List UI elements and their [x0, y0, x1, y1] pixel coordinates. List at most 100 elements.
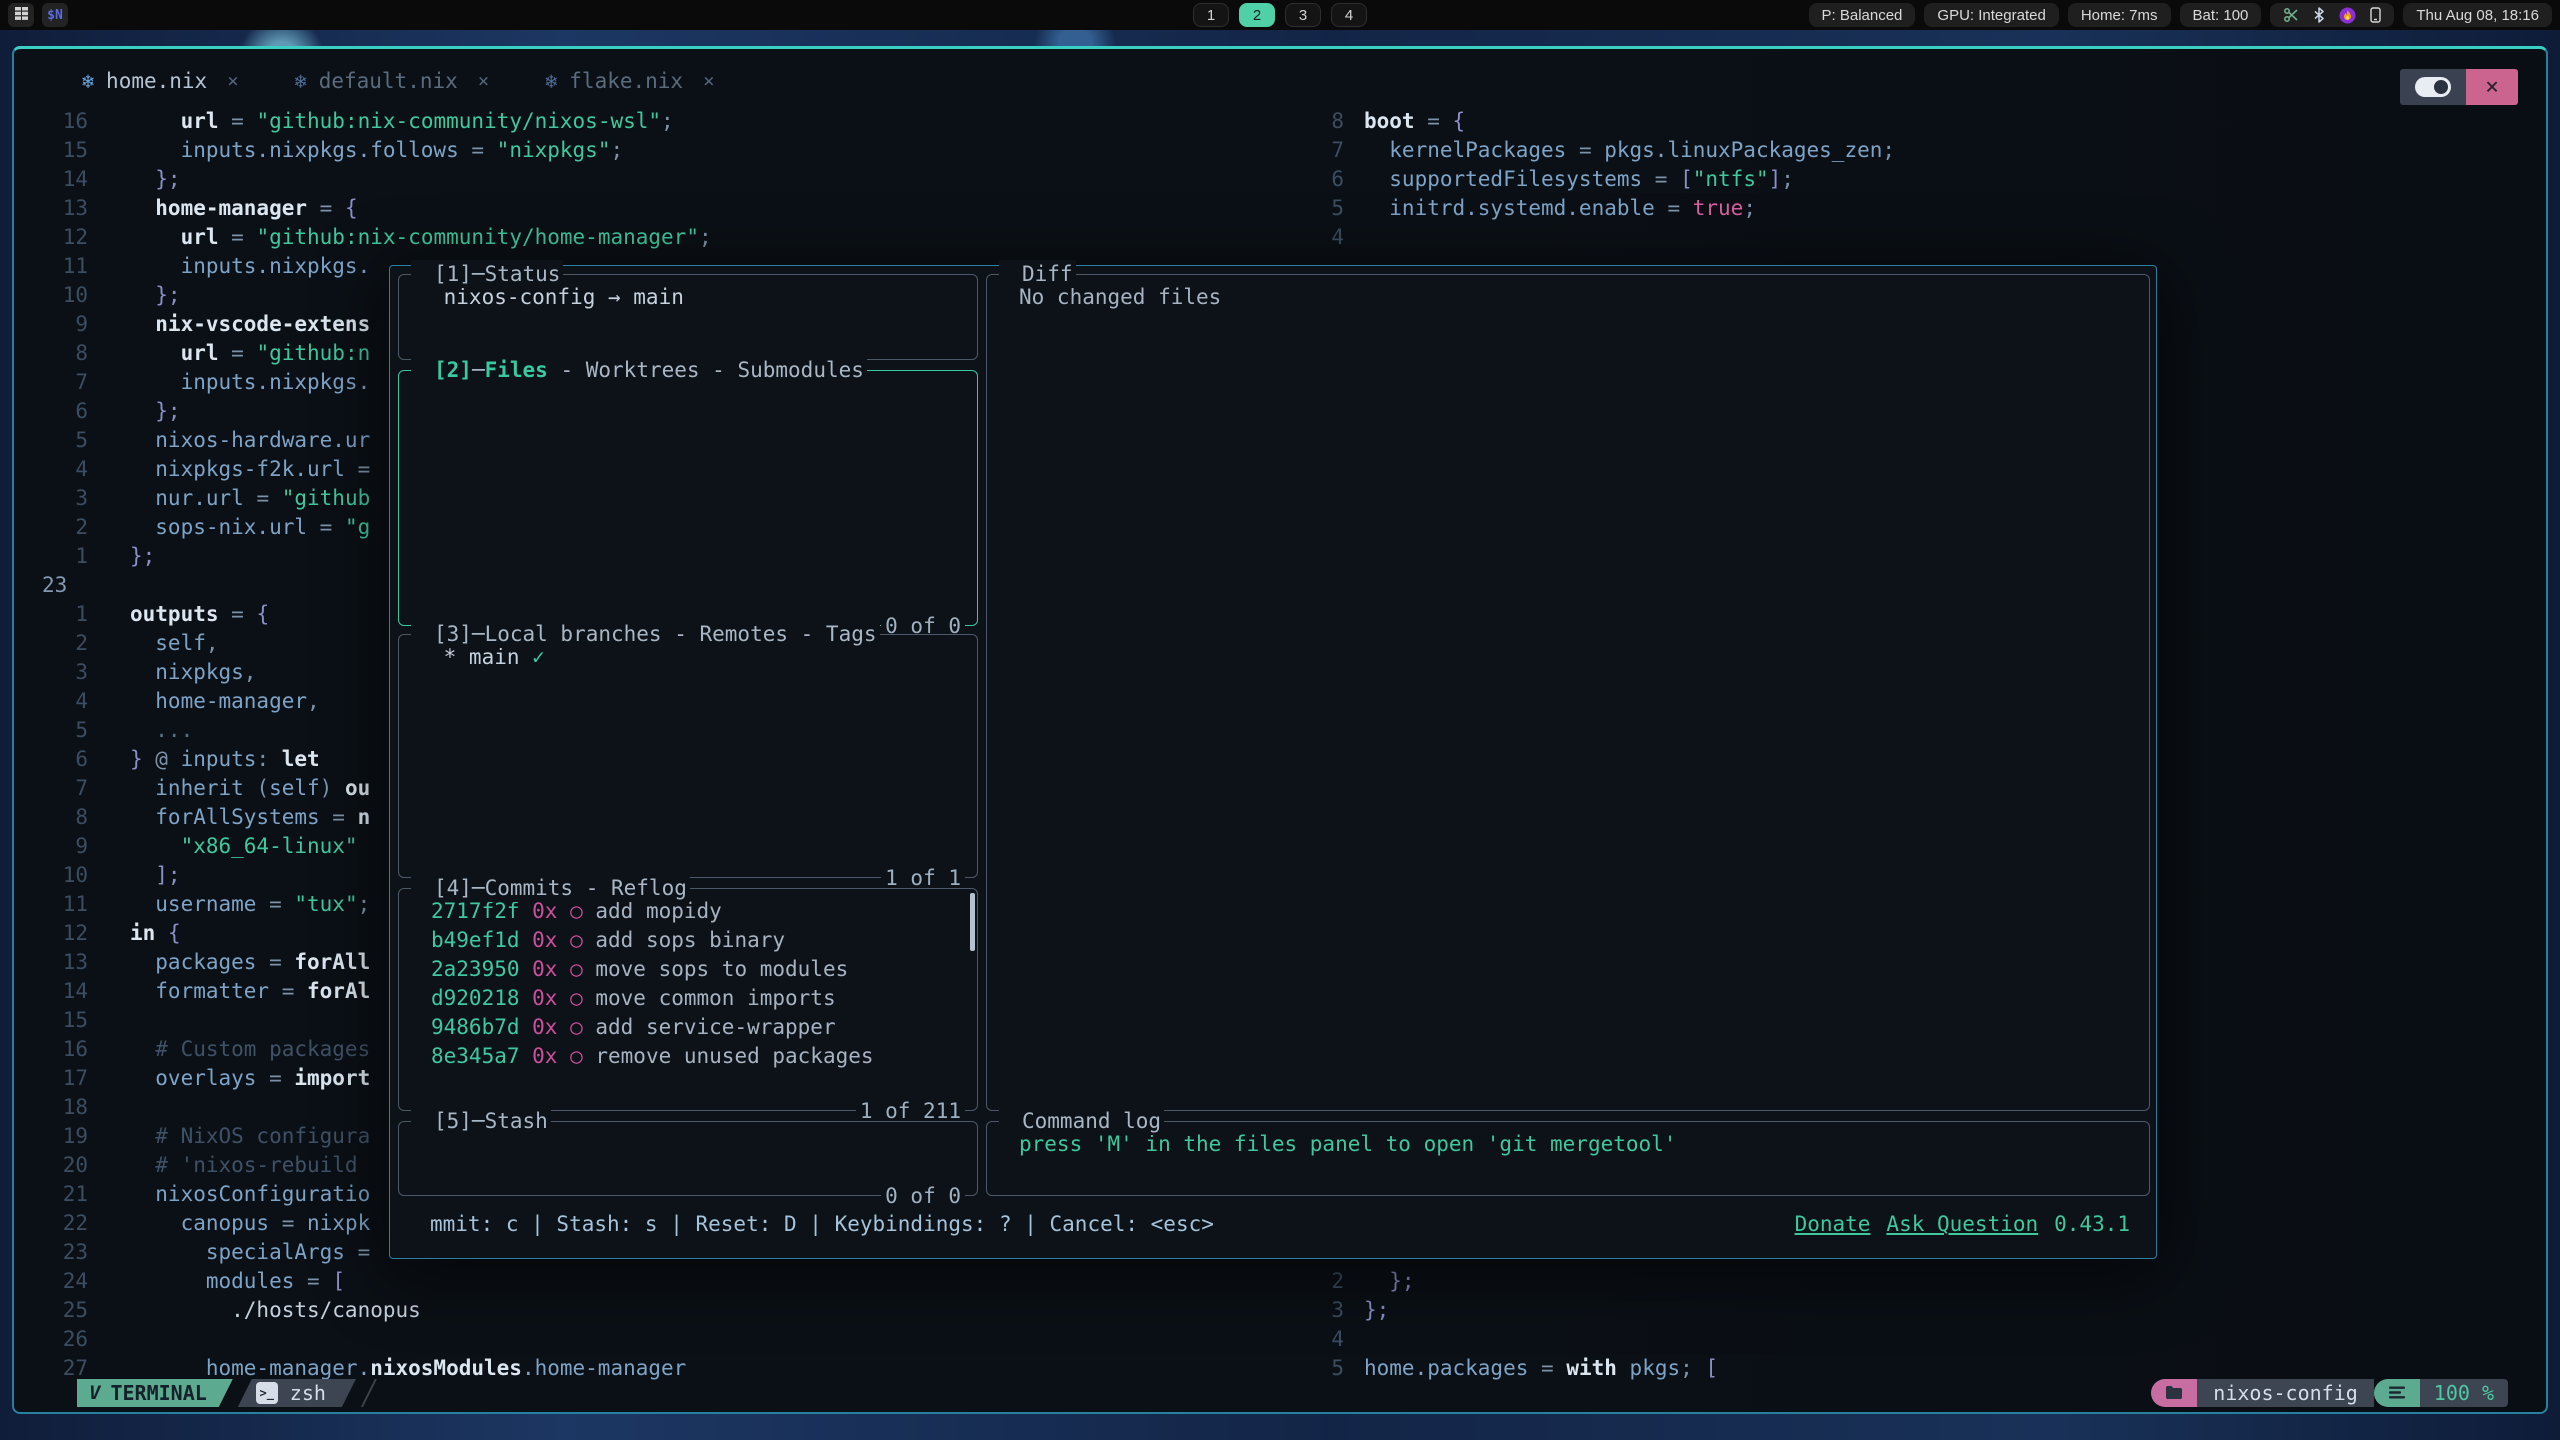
- line-number: 7: [1310, 136, 1344, 165]
- gpu-module: GPU: Integrated: [1924, 3, 2058, 27]
- code-line: 25 ./hosts/canopus: [14, 1296, 712, 1325]
- lazygit-command-log-panel[interactable]: Command log press 'M' in the files panel…: [986, 1121, 2150, 1196]
- panel-title: [5]─Stash: [414, 1107, 548, 1135]
- command-log-title: Command log: [999, 1107, 1164, 1135]
- line-number: 10: [14, 861, 110, 890]
- toggle-icon: [2415, 77, 2451, 97]
- commit-row[interactable]: d920218 0x ○ move common imports: [411, 984, 965, 1013]
- vim-icon: V: [89, 1382, 100, 1404]
- line-number: 26: [14, 1325, 110, 1354]
- line-number: 19: [14, 1122, 110, 1151]
- lazygit-diff-panel[interactable]: Diff No changed files: [986, 274, 2150, 1111]
- line-number: 11: [14, 890, 110, 919]
- tab-home-nix[interactable]: ❄ home.nix ×: [54, 69, 267, 93]
- line-number: 9: [14, 310, 110, 339]
- screen: $N 1 2 3 4 P: Balanced GPU: Integrated H…: [0, 0, 2560, 1440]
- panel-title: [4]─Commits - Reflog: [414, 874, 687, 902]
- project-name-segment: nixos-config: [2197, 1379, 2374, 1407]
- shell-label: zsh: [290, 1381, 326, 1405]
- lazygit-branches-panel[interactable]: [3]─Local branches - Remotes - Tags * ma…: [398, 634, 978, 878]
- scissors-icon[interactable]: [2283, 7, 2299, 23]
- lazygit-stash-panel[interactable]: [5]─Stash 0 of 0: [398, 1121, 978, 1196]
- phone-icon[interactable]: [2370, 7, 2381, 23]
- tab-close-icon[interactable]: ×: [478, 70, 489, 92]
- battery-module: Bat: 100: [2180, 3, 2262, 27]
- line-number: 6: [14, 397, 110, 426]
- branches-panel-title: [3]─Local branches - Remotes - Tags: [411, 620, 880, 648]
- lazygit-commits-panel[interactable]: [4]─Commits - Reflog 2717f2f 0x ○ add mo…: [398, 888, 978, 1111]
- list-icon: [2388, 1381, 2406, 1405]
- tab-close-icon[interactable]: ×: [227, 70, 238, 92]
- tab-label: default.nix: [319, 69, 458, 93]
- line-number: 25: [14, 1296, 110, 1325]
- line-number: 4: [14, 687, 110, 716]
- line-number: 24: [14, 1267, 110, 1296]
- commit-row[interactable]: 8e345a7 0x ○ remove unused packages: [411, 1042, 965, 1071]
- line-number: 23: [14, 1238, 110, 1267]
- topbar-left: $N: [8, 3, 68, 27]
- code-line: 8boot = {: [1310, 107, 1895, 136]
- scroll-segment-icon: [2374, 1379, 2420, 1407]
- panel-title: Command log: [1002, 1107, 1161, 1135]
- ask-question-link[interactable]: Ask Question: [1886, 1210, 2038, 1239]
- nix-badge-button[interactable]: $N: [42, 3, 68, 27]
- commit-row[interactable]: b49ef1d 0x ○ add sops binary: [411, 926, 965, 955]
- panel-title: [2]─Files - Worktrees - Submodules: [414, 356, 864, 384]
- line-number: 4: [1310, 1325, 1344, 1354]
- statusline-left: V TERMINAL >_ zsh: [77, 1379, 2151, 1407]
- line-number: 1: [14, 600, 110, 629]
- code-line: 5 initrd.systemd.enable = true;: [1310, 194, 1895, 223]
- window-close-button[interactable]: ×: [2466, 69, 2518, 105]
- apps-menu-button[interactable]: [8, 3, 34, 27]
- lazygit-status-panel[interactable]: [1]─Status nixos-config → main: [398, 274, 978, 360]
- tab-label: flake.nix: [569, 69, 683, 93]
- nix-snowflake-icon: ❄: [82, 69, 94, 93]
- mode-label: TERMINAL: [110, 1381, 206, 1405]
- bluetooth-icon[interactable]: [2313, 7, 2325, 23]
- gpu-label: GPU: Integrated: [1937, 7, 2045, 24]
- statusline-separator: [361, 1379, 377, 1407]
- donate-link[interactable]: Donate: [1795, 1210, 1871, 1239]
- statusline-right: nixos-config 100 %: [2151, 1379, 2508, 1407]
- tab-close-icon[interactable]: ×: [703, 70, 714, 92]
- nix-snowflake-icon: ❄: [295, 69, 307, 93]
- clock-label: Thu Aug 08, 18:16: [2416, 7, 2539, 24]
- commits-scrollbar[interactable]: [970, 893, 975, 951]
- clock-module: Thu Aug 08, 18:16: [2403, 3, 2552, 27]
- code-line: 4: [1310, 1325, 1718, 1354]
- line-number: 18: [14, 1093, 110, 1122]
- line-number: 1: [14, 542, 110, 571]
- tab-label: home.nix: [106, 69, 207, 93]
- lazygit-files-panel[interactable]: [2]─Files - Worktrees - Submodules 0 of …: [398, 370, 978, 626]
- line-number: 14: [14, 977, 110, 1006]
- line-number: 10: [14, 281, 110, 310]
- keybinding-hints: mmit: c | Stash: s | Reset: D | Keybindi…: [410, 1210, 1214, 1239]
- nix-snowflake-icon: ❄: [545, 69, 557, 93]
- workspace-3[interactable]: 3: [1285, 3, 1321, 27]
- commit-row[interactable]: 9486b7d 0x ○ add service-wrapper: [411, 1013, 965, 1042]
- workspace-2-active[interactable]: 2: [1239, 3, 1275, 27]
- commit-row[interactable]: 2a23950 0x ○ move sops to modules: [411, 955, 965, 984]
- tab-default-nix[interactable]: ❄ default.nix ×: [267, 69, 518, 93]
- line-number: 12: [14, 919, 110, 948]
- code-line: 4: [1310, 223, 1895, 252]
- flame-icon[interactable]: [2339, 7, 2356, 24]
- line-number: 5: [1310, 194, 1344, 223]
- status-panel-title: [1]─Status: [411, 260, 563, 288]
- window-toggle-button[interactable]: [2400, 69, 2466, 105]
- workspace-4[interactable]: 4: [1331, 3, 1367, 27]
- code-line: 26: [14, 1325, 712, 1354]
- line-number: 13: [14, 194, 110, 223]
- line-number: 2: [14, 629, 110, 658]
- folder-icon: [2165, 1381, 2183, 1405]
- tab-flake-nix[interactable]: ❄ flake.nix ×: [517, 69, 742, 93]
- line-number: 14: [14, 165, 110, 194]
- power-profile-label: P: Balanced: [1822, 7, 1903, 24]
- code-line: 6 supportedFilesystems = ["ntfs"];: [1310, 165, 1895, 194]
- editor-pane-right-top: 8boot = {7 kernelPackages = pkgs.linuxPa…: [1310, 107, 1895, 252]
- workspace-1[interactable]: 1: [1193, 3, 1229, 27]
- line-number: 4: [14, 455, 110, 484]
- mode-segment: V TERMINAL: [77, 1379, 233, 1407]
- code-line: 12 url = "github:nix-community/home-mana…: [14, 223, 712, 252]
- code-line: 3};: [1310, 1296, 1718, 1325]
